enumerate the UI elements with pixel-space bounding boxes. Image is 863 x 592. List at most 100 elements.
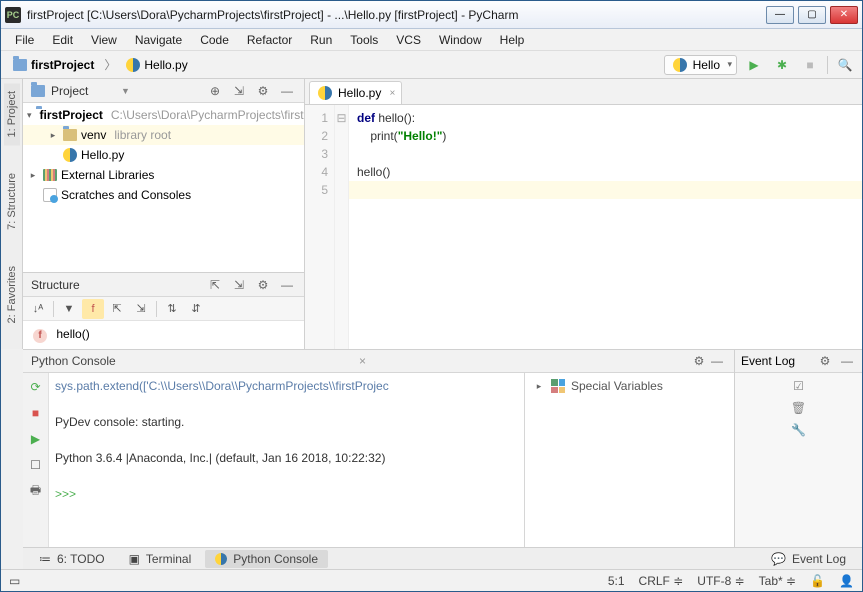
rerun-button[interactable]: ⟳ [26,377,46,397]
collapse-all-icon[interactable]: ⇲ [230,82,248,100]
close-tab-icon[interactable]: × [390,88,396,99]
menu-edit[interactable]: Edit [44,31,81,49]
console-header: Python Console × ⚙ — [23,350,734,373]
main-area: 1: Project 7: Structure 2: Favorites Pro… [1,79,862,349]
code-editor[interactable]: def hello(): print("Hello!") hello() [349,105,862,349]
menu-refactor[interactable]: Refactor [239,31,300,49]
menu-view[interactable]: View [83,31,125,49]
status-readonly-icon[interactable]: 🔓 [810,574,825,588]
close-console-icon[interactable]: × [359,354,366,368]
close-button[interactable]: ✕ [830,6,858,24]
folder-icon [13,59,27,71]
status-indent[interactable]: Tab* ≑ [759,574,796,588]
project-tree[interactable]: ▾ firstProject C:\Users\Dora\PycharmProj… [23,103,304,272]
autoscroll-button[interactable]: ⇅ [161,299,183,319]
toggle-button[interactable]: ☐ [26,455,46,475]
editor-tab-hello[interactable]: Hello.py × [309,81,402,104]
filter-button[interactable]: ▼ [58,299,80,319]
dropdown-icon[interactable]: ▼ [121,86,130,96]
menu-tools[interactable]: Tools [342,31,386,49]
minimize-button[interactable]: — [766,6,794,24]
tooltab-python-console[interactable]: Python Console [205,550,328,568]
special-variables-row[interactable]: ▸ Special Variables [525,373,734,399]
search-everywhere-button[interactable]: 🔍 [834,54,856,76]
run-button[interactable]: ▶ [743,54,765,76]
breadcrumb: firstProject 〉 Hello.py [7,56,664,74]
fold-marker-icon[interactable]: ⊟ [335,109,348,127]
settings-tool-icon[interactable]: 🔧 [791,423,806,437]
tooltab-event-log[interactable]: 💬 Event Log [761,550,856,568]
menu-run[interactable]: Run [302,31,340,49]
chevron-down-icon[interactable]: ▾ [27,110,32,121]
hide-panel-icon[interactable]: — [708,352,726,370]
chevron-right-icon[interactable]: ▸ [27,170,39,181]
fold-gutter[interactable]: ⊟ [335,105,349,349]
menu-window[interactable]: Window [431,31,490,49]
line-number-gutter[interactable]: 1 2 3 4 5 [305,105,335,349]
menu-vcs[interactable]: VCS [388,31,429,49]
hide-panel-icon[interactable]: — [838,352,856,370]
stop-console-button[interactable]: ■ [26,403,46,423]
menu-help[interactable]: Help [492,31,533,49]
chevron-right-icon[interactable]: ▸ [533,381,545,392]
separator [827,56,828,74]
structure-body[interactable]: f hello() [23,321,304,349]
structure-item-hello[interactable]: f hello() [33,327,294,343]
run-configuration-select[interactable]: Hello [664,55,737,75]
tree-root[interactable]: ▾ firstProject C:\Users\Dora\PycharmProj… [23,105,304,125]
execute-button[interactable]: ▶ [26,429,46,449]
autoscroll-from-button[interactable]: ⇵ [185,299,207,319]
folder-icon [63,129,77,141]
expand-icon[interactable]: ⇱ [206,276,224,294]
status-message-icon[interactable]: ▭ [9,574,20,588]
settings-icon[interactable]: ⚙ [254,82,272,100]
tooltab-label: Python Console [233,552,318,566]
expand-button[interactable]: ⇱ [106,299,128,319]
python-icon [673,58,687,72]
sidetab-favorites[interactable]: 2: Favorites [4,258,20,331]
console-prompt[interactable]: >>> [55,487,76,501]
collapse-icon[interactable]: ⇲ [230,276,248,294]
python-file-icon [318,86,332,100]
menu-navigate[interactable]: Navigate [127,31,190,49]
hide-panel-icon[interactable]: — [278,82,296,100]
menubar: File Edit View Navigate Code Refactor Ru… [1,29,862,51]
editor-body[interactable]: 1 2 3 4 5 ⊟ def hello(): print("Hello!")… [305,105,862,349]
settings-icon[interactable]: ⚙ [816,352,834,370]
sort-alpha-button[interactable]: ↓ᴬ [27,299,49,319]
tree-scratches[interactable]: Scratches and Consoles [23,185,304,205]
separator [156,301,157,317]
tree-file-hello[interactable]: Hello.py [23,145,304,165]
tooltab-todo[interactable]: ≔ 6: TODO [29,550,115,568]
status-caret-position[interactable]: 5:1 [608,574,625,588]
breadcrumb-file[interactable]: Hello.py [120,56,193,74]
status-line-separator[interactable]: CRLF ≑ [639,574,684,588]
debug-button[interactable]: ✱ [771,54,793,76]
sidetab-project[interactable]: 1: Project [4,83,20,145]
menu-code[interactable]: Code [192,31,237,49]
console-actions: ⟳ ■ ▶ ☐ 🖶 [23,373,49,547]
delete-icon[interactable]: 🗑 [791,401,806,415]
sidetab-structure[interactable]: 7: Structure [4,165,20,238]
chevron-right-icon[interactable]: ▸ [47,130,59,141]
tree-external-libraries[interactable]: ▸ External Libraries [23,165,304,185]
breadcrumb-project[interactable]: firstProject [7,56,100,74]
locate-icon[interactable]: ⊕ [206,82,224,100]
collapse-button[interactable]: ⇲ [130,299,152,319]
tree-venv[interactable]: ▸ venv library root [23,125,304,145]
left-tool-strip: 1: Project 7: Structure 2: Favorites [1,79,23,349]
status-hector-icon[interactable]: 👤 [839,574,854,588]
statusbar: ▭ 5:1 CRLF ≑ UTF-8 ≑ Tab* ≑ 🔓 👤 [1,569,862,591]
console-output[interactable]: sys.path.extend(['C:\\Users\\Dora\\Pycha… [49,373,524,547]
mark-read-icon[interactable]: ☑ [793,379,804,393]
show-fields-button[interactable]: f [82,299,104,319]
settings-icon[interactable]: ⚙ [690,352,708,370]
status-encoding[interactable]: UTF-8 ≑ [697,574,744,588]
maximize-button[interactable]: ▢ [798,6,826,24]
tooltab-terminal[interactable]: ▣ Terminal [119,550,202,568]
print-button[interactable]: 🖶 [26,481,46,501]
settings-icon[interactable]: ⚙ [254,276,272,294]
stop-button[interactable]: ■ [799,54,821,76]
hide-panel-icon[interactable]: — [278,276,296,294]
menu-file[interactable]: File [7,31,42,49]
